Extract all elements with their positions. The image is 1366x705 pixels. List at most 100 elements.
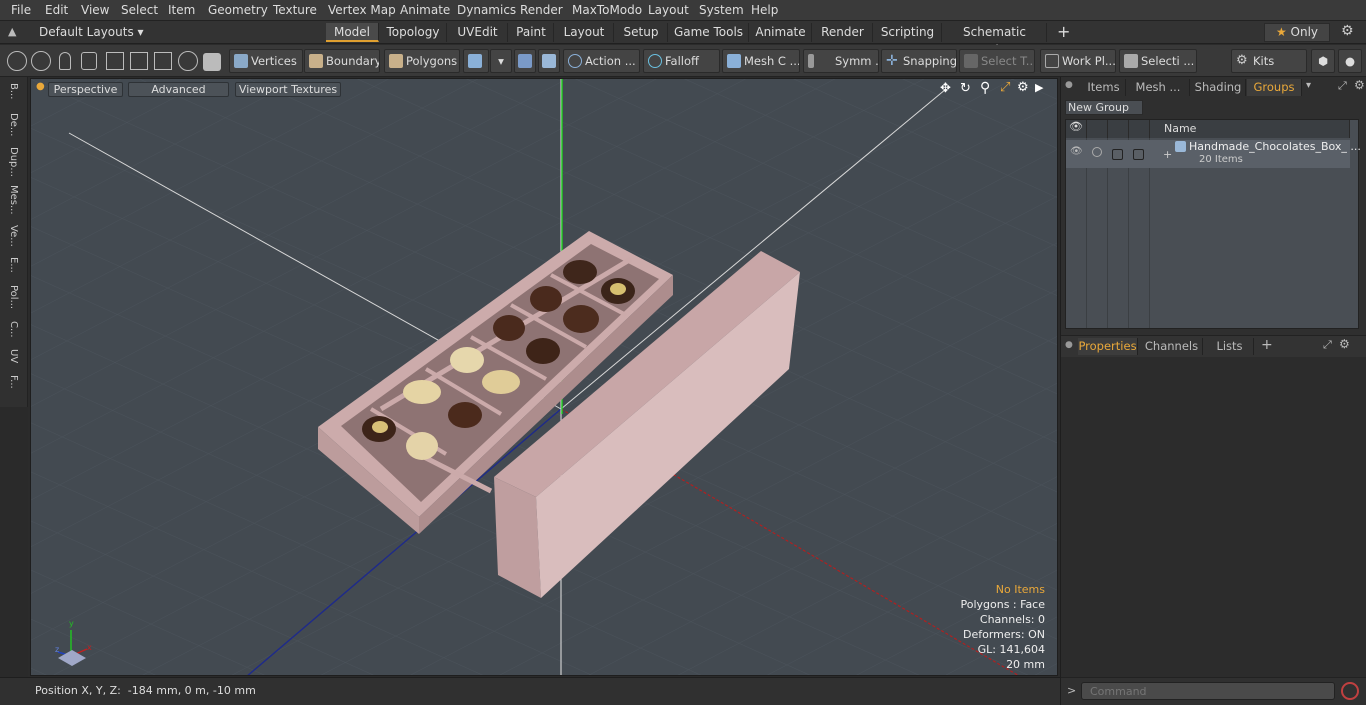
left-tab-uv[interactable]: UV — [5, 349, 19, 371]
action-center-button[interactable]: Action ... — [563, 49, 640, 73]
layout-selector[interactable]: Default Layouts ▾ — [39, 25, 144, 39]
eye-icon[interactable]: 👁 — [1070, 146, 1083, 157]
maximize-icon[interactable]: ⤢ — [1000, 80, 1010, 95]
mode-dropdown[interactable]: ▾ — [490, 49, 512, 73]
new-group-button[interactable]: New Group — [1065, 100, 1143, 115]
tab-layout[interactable]: Layout — [555, 23, 614, 42]
zoom-icon[interactable]: ⚲ — [980, 80, 990, 96]
menu-animate[interactable]: Animate — [400, 3, 450, 17]
brush-icon[interactable] — [81, 52, 97, 70]
visibility-column-icon[interactable]: 👁 — [1066, 120, 1087, 138]
tab-uvedit[interactable]: UVEdit — [448, 23, 508, 42]
pen-icon[interactable] — [59, 52, 71, 70]
render-column-icon[interactable] — [1087, 120, 1108, 138]
properties-menu-icon[interactable]: ● — [1065, 340, 1073, 350]
menu-geometry[interactable]: Geometry — [208, 3, 268, 17]
render-toggle-icon[interactable] — [1092, 147, 1102, 157]
select-through-button[interactable]: Select T... — [959, 49, 1035, 73]
tab-animate[interactable]: Animate — [750, 23, 812, 42]
left-tab-duplicate[interactable]: Dup... — [5, 147, 19, 181]
tab-model[interactable]: Model — [326, 23, 379, 42]
falloff-button[interactable]: Falloff — [643, 49, 720, 73]
soft-mode-button[interactable] — [538, 49, 560, 73]
viewport-menu-icon[interactable]: ● — [36, 81, 45, 92]
left-tab-polygon[interactable]: Pol... — [5, 285, 19, 317]
record-icon[interactable] — [1341, 682, 1359, 700]
menu-file[interactable]: File — [11, 3, 31, 17]
menu-render[interactable]: Render — [520, 3, 563, 17]
tab-items[interactable]: Items — [1082, 79, 1126, 96]
add-tab-icon[interactable]: + — [1261, 337, 1273, 353]
item-mode-button[interactable] — [463, 49, 489, 73]
play-icon[interactable]: ▶ — [1035, 81, 1043, 94]
rotate-view-icon[interactable]: ↻ — [960, 81, 971, 96]
tab-setup[interactable]: Setup — [615, 23, 668, 42]
viewport-textures-button[interactable]: Viewport Textures — [235, 82, 341, 97]
chevron-down-icon[interactable]: ▾ — [1306, 80, 1311, 91]
snapping-button[interactable]: ✛ Snapping — [881, 49, 957, 73]
tab-schematic-fusion[interactable]: Schematic Fusion — [943, 23, 1047, 57]
layout-menu-icon[interactable]: ▲ — [8, 25, 16, 38]
menu-view[interactable]: View — [81, 3, 109, 17]
3d-viewport[interactable]: ● Perspective Advanced Viewport Textures… — [30, 78, 1058, 676]
vertices-button[interactable]: Vertices — [229, 49, 303, 73]
command-input[interactable] — [1081, 682, 1335, 700]
menu-help[interactable]: Help — [751, 3, 778, 17]
boundary-button[interactable]: Boundary — [304, 49, 380, 73]
expand-plus-icon[interactable]: + — [1163, 148, 1172, 161]
polygons-button[interactable]: Polygons — [384, 49, 460, 73]
symmetry-button[interactable]: Symm ... — [803, 49, 879, 73]
menu-edit[interactable]: Edit — [45, 3, 68, 17]
menu-item[interactable]: Item — [168, 3, 195, 17]
menu-maxtomodo[interactable]: MaxToModo — [572, 3, 642, 17]
tab-channels[interactable]: Channels — [1141, 338, 1203, 355]
menu-layout[interactable]: Layout — [648, 3, 689, 17]
viewport-gear-icon[interactable]: ⚙ — [1017, 80, 1029, 95]
transform-icon[interactable] — [106, 52, 124, 70]
advanced-button[interactable]: Advanced — [128, 82, 229, 97]
tab-game-tools[interactable]: Game Tools — [669, 23, 749, 42]
left-tab-basic[interactable]: B... — [5, 83, 19, 109]
tab-paint[interactable]: Paint — [509, 23, 554, 42]
tab-scripting[interactable]: Scripting — [874, 23, 942, 42]
tab-topology[interactable]: Topology — [380, 23, 447, 42]
expand-icon[interactable]: ⤢ — [1338, 79, 1347, 93]
select-toggle[interactable] — [1133, 149, 1144, 160]
tab-mesh[interactable]: Mesh ... — [1127, 79, 1190, 96]
panel-gear-icon[interactable]: ⚙ — [1354, 78, 1365, 92]
symmetry-mode-button[interactable] — [514, 49, 536, 73]
left-tab-fusion[interactable]: F... — [5, 375, 19, 401]
only-toggle[interactable]: ★ Only — [1264, 23, 1330, 42]
kits-button[interactable]: ⚙ Kits — [1231, 49, 1307, 73]
unity-button[interactable]: ⬢ — [1311, 49, 1335, 73]
tab-groups[interactable]: Groups — [1247, 79, 1302, 96]
add-tab-icon[interactable]: + — [1057, 22, 1070, 41]
left-tab-mesh-edit[interactable]: Mes... — [5, 185, 19, 221]
selection-sets-button[interactable]: Selecti ... — [1119, 49, 1197, 73]
unreal-button[interactable]: ● — [1338, 49, 1362, 73]
left-tab-curve[interactable]: C... — [5, 321, 19, 345]
select-column-icon[interactable] — [1129, 120, 1150, 138]
left-tab-edge[interactable]: E... — [5, 257, 19, 281]
menu-vertex-map[interactable]: Vertex Map — [328, 3, 396, 17]
element-move-icon[interactable] — [130, 52, 148, 70]
tab-lists[interactable]: Lists — [1206, 338, 1254, 355]
group-row[interactable]: 👁 + Handmade_Chocolates_Box_ ... 20 Item… — [1066, 140, 1361, 168]
lock-toggle[interactable] — [1112, 149, 1123, 160]
scale-icon[interactable] — [154, 52, 172, 70]
name-column-header[interactable]: Name — [1150, 120, 1350, 138]
perspective-button[interactable]: Perspective — [48, 82, 123, 97]
menu-select[interactable]: Select — [121, 3, 158, 17]
expand-icon[interactable]: ⤢ — [1323, 338, 1332, 352]
left-tab-deform[interactable]: De... — [5, 113, 19, 143]
shield-icon[interactable] — [203, 53, 221, 71]
tab-shading[interactable]: Shading — [1191, 79, 1246, 96]
menu-system[interactable]: System — [699, 3, 744, 17]
menu-texture[interactable]: Texture — [273, 3, 317, 17]
work-plane-button[interactable]: Work Pl... — [1040, 49, 1116, 73]
lock-column-icon[interactable] — [1108, 120, 1129, 138]
tab-render[interactable]: Render — [813, 23, 873, 42]
rotate-icon[interactable] — [178, 51, 198, 71]
globe-icon[interactable] — [31, 51, 51, 71]
menu-dynamics[interactable]: Dynamics — [457, 3, 516, 17]
